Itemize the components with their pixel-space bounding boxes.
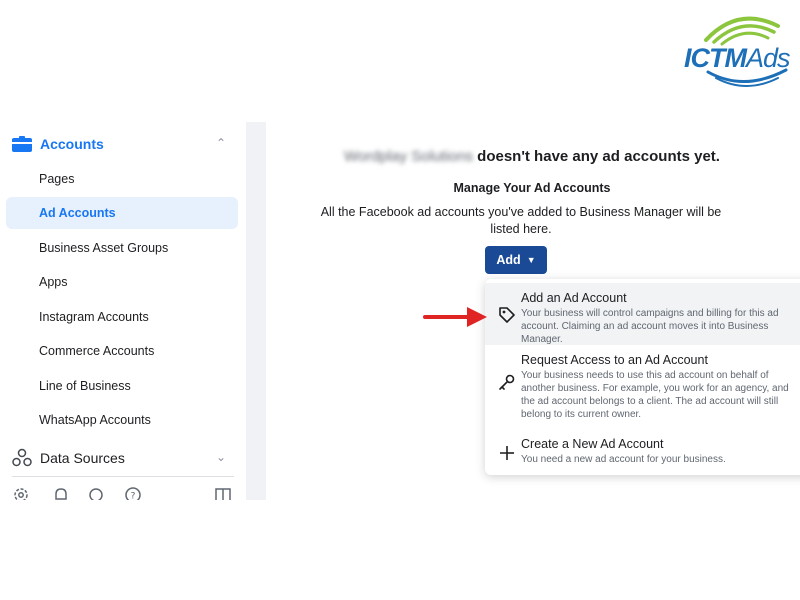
sidebar-item-label: Business Asset Groups [39,241,169,255]
empty-state-heading: Wordplay Solutions doesn't have any ad a… [332,148,732,165]
menu-item-add-ad-account[interactable]: Add an Ad Account Your business will con… [485,283,800,345]
sidebar-item-label: WhatsApp Accounts [39,413,151,427]
menu-item-create-ad-account[interactable]: Create a New Ad Account You need a new a… [485,433,800,471]
business-manager-screenshot: Accounts ⌃ Pages Ad Accounts Business As… [0,122,800,500]
sidebar-item-commerce-accounts[interactable]: Commerce Accounts [6,335,238,367]
search-icon[interactable] [87,486,105,500]
menu-item-description: Your business needs to use this ad accou… [521,370,789,420]
sidebar-divider [12,476,234,477]
menu-item-title: Request Access to an Ad Account [521,353,708,367]
tag-icon [499,307,515,323]
sidebar-item-instagram-accounts[interactable]: Instagram Accounts [6,301,238,333]
sidebar-item-label: Commerce Accounts [39,344,155,358]
logo-text-sub: Ads [745,43,791,73]
manage-ad-accounts-title: Manage Your Ad Accounts [453,181,611,195]
logo-text-main: ICTM [684,43,747,73]
business-name-blurred: Wordplay Solutions [344,148,473,165]
key-icon [499,374,515,390]
menu-item-title: Add an Ad Account [521,291,627,305]
sidebar-section-label: Data Sources [40,450,125,466]
menu-item-description: Your business will control campaigns and… [521,308,779,345]
menu-item-request-access[interactable]: Request Access to an Ad Account Your bus… [485,349,800,431]
add-button-label: Add [496,253,521,267]
red-arrow-annotation-icon [423,307,487,327]
content-gutter [246,122,266,500]
data-sources-icon [12,448,32,467]
sidebar-section-accounts[interactable]: Accounts ⌃ [12,132,234,156]
sidebar-item-line-of-business[interactable]: Line of Business [6,370,238,402]
empty-state-description: All the Facebook ad accounts you've adde… [320,205,722,236]
add-dropdown-menu: Add an Ad Account Your business will con… [485,279,800,475]
briefcase-icon [12,136,32,152]
panel-icon[interactable] [214,486,232,500]
gear-icon[interactable] [12,486,30,500]
empty-state-heading-text: doesn't have any ad accounts yet. [477,148,720,165]
sidebar-section-data-sources[interactable]: Data Sources ⌄ [12,446,234,470]
help-icon[interactable]: ? [124,486,142,500]
chevron-down-icon[interactable]: ⌄ [216,450,226,464]
sidebar-item-label: Ad Accounts [39,206,116,220]
add-button[interactable]: Add ▼ [485,246,547,274]
sidebar-item-label: Apps [39,275,68,289]
sidebar-item-pages[interactable]: Pages [6,163,238,195]
plus-icon [500,446,514,460]
sidebar-item-label: Line of Business [39,379,131,393]
sidebar-item-ad-accounts[interactable]: Ad Accounts [6,197,238,229]
menu-item-title: Create a New Ad Account [521,437,664,451]
ictm-ads-logo: ICTMAds [678,10,800,90]
chevron-up-icon[interactable]: ⌃ [216,136,226,150]
sidebar-bottom-toolbar: ? [12,486,234,500]
caret-down-icon: ▼ [526,255,536,265]
sidebar-item-apps[interactable]: Apps [6,266,238,298]
bell-icon[interactable] [52,486,70,500]
svg-text:?: ? [131,492,136,501]
sidebar-section-label: Accounts [40,136,104,152]
sidebar-item-label: Pages [39,172,75,186]
sidebar-item-whatsapp-accounts[interactable]: WhatsApp Accounts [6,404,238,436]
sidebar-item-business-asset-groups[interactable]: Business Asset Groups [6,232,238,264]
sidebar: Accounts ⌃ Pages Ad Accounts Business As… [0,122,246,500]
sidebar-item-label: Instagram Accounts [39,310,149,324]
menu-item-description: You need a new ad account for your busin… [521,454,726,465]
main-content: Wordplay Solutions doesn't have any ad a… [266,122,800,500]
